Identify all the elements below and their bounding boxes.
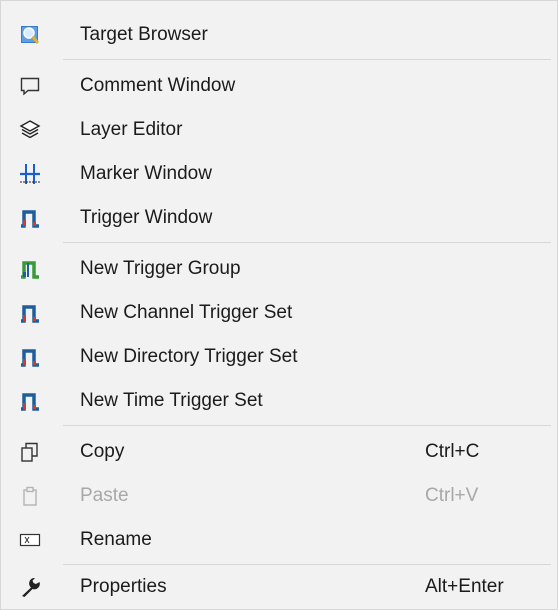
trigger-icon bbox=[19, 207, 41, 229]
menu-separator bbox=[63, 59, 551, 60]
trigger-icon bbox=[19, 390, 41, 412]
menu-item-label: Paste bbox=[80, 485, 129, 506]
trigger-icon bbox=[19, 346, 41, 368]
menu-separator bbox=[63, 242, 551, 243]
paste-icon bbox=[19, 485, 41, 507]
menu-item-shortcut: Alt+Enter bbox=[425, 576, 504, 597]
wrench-icon bbox=[19, 576, 41, 598]
menu-item-properties[interactable]: Properties Alt+Enter bbox=[1, 565, 557, 609]
menu-item-label: Marker Window bbox=[80, 163, 212, 184]
trigger-icon bbox=[19, 302, 41, 324]
context-menu: Target Browser Comment Window Layer Edit… bbox=[0, 0, 558, 610]
menu-item-label: Target Browser bbox=[80, 24, 208, 45]
menu-item-label: Trigger Window bbox=[80, 207, 213, 228]
menu-item-label: Layer Editor bbox=[80, 119, 183, 140]
menu-item-label: Comment Window bbox=[80, 75, 236, 96]
menu-item-label: Properties bbox=[80, 576, 167, 597]
menu-item-new-time-trigger-set[interactable]: New Time Trigger Set bbox=[1, 379, 557, 423]
menu-item-new-channel-trigger-set[interactable]: New Channel Trigger Set bbox=[1, 291, 557, 335]
copy-icon bbox=[19, 441, 41, 463]
marker-grid-icon bbox=[19, 163, 41, 185]
menu-item-trigger-window[interactable]: Trigger Window bbox=[1, 196, 557, 240]
menu-item-label: New Directory Trigger Set bbox=[80, 346, 298, 367]
menu-item-label: Rename bbox=[80, 529, 152, 550]
trigger-group-icon bbox=[19, 258, 41, 280]
comment-icon bbox=[19, 75, 41, 97]
menu-item-copy[interactable]: Copy Ctrl+C bbox=[1, 430, 557, 474]
layers-icon bbox=[19, 119, 41, 141]
menu-item-label: Copy bbox=[80, 441, 125, 462]
menu-item-marker-window[interactable]: Marker Window bbox=[1, 152, 557, 196]
menu-item-new-directory-trigger-set[interactable]: New Directory Trigger Set bbox=[1, 335, 557, 379]
menu-item-layer-editor[interactable]: Layer Editor bbox=[1, 108, 557, 152]
menu-separator bbox=[63, 425, 551, 426]
menu-item-label: New Trigger Group bbox=[80, 258, 241, 279]
menu-item-comment-window[interactable]: Comment Window bbox=[1, 64, 557, 108]
menu-item-label: New Channel Trigger Set bbox=[80, 302, 293, 323]
menu-item-new-trigger-group[interactable]: New Trigger Group bbox=[1, 247, 557, 291]
rename-icon bbox=[19, 529, 41, 551]
menu-item-label: New Time Trigger Set bbox=[80, 390, 263, 411]
target-browser-icon bbox=[19, 24, 41, 46]
menu-item-paste[interactable]: Paste Ctrl+V bbox=[1, 474, 557, 518]
menu-item-rename[interactable]: Rename bbox=[1, 518, 557, 562]
menu-item-target-browser[interactable]: Target Browser bbox=[1, 13, 557, 57]
menu-item-shortcut: Ctrl+V bbox=[425, 485, 479, 506]
menu-item-shortcut: Ctrl+C bbox=[425, 441, 480, 462]
